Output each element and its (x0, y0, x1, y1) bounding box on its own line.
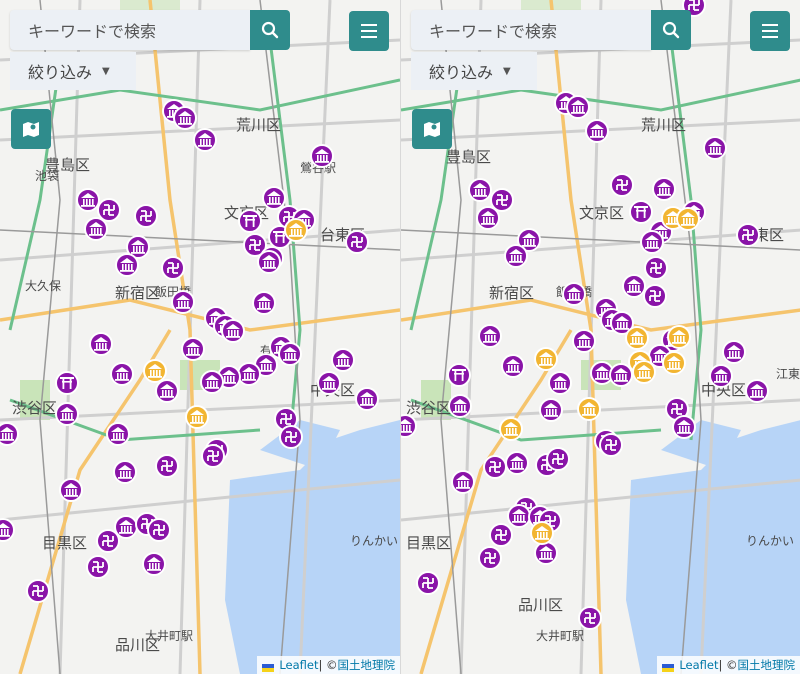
leaflet-link[interactable]: Leaflet (279, 658, 318, 672)
map-layers-icon (424, 122, 440, 137)
map-layers-button[interactable] (11, 109, 51, 149)
search-input[interactable]: キーワードで検索 (411, 10, 651, 50)
menu-icon (361, 24, 377, 38)
search-icon (261, 21, 279, 39)
flag-icon (262, 661, 275, 672)
filter-label: 絞り込み (429, 63, 494, 82)
map-tiles[interactable] (401, 0, 800, 674)
map-panel-left[interactable]: 豊島区文京区台東区新宿区渋谷区中央区目黒区品川区荒川区飯田橋鶯谷駅王子駅池袋大久… (0, 0, 400, 674)
map-layers-icon (23, 122, 39, 137)
search-button[interactable] (651, 10, 691, 50)
menu-button[interactable] (349, 11, 389, 51)
map-attribution: Leaflet | © 国土地理院 (657, 656, 800, 674)
chevron-down-icon: ▼ (503, 65, 511, 77)
filter-dropdown[interactable]: 絞り込み ▼ (10, 52, 136, 90)
menu-icon (762, 24, 778, 38)
gsi-link[interactable]: 国土地理院 (338, 657, 396, 673)
menu-button[interactable] (750, 11, 790, 51)
filter-label: 絞り込み (28, 63, 93, 82)
map-layers-button[interactable] (412, 109, 452, 149)
map-tiles[interactable] (0, 0, 400, 674)
search-button[interactable] (250, 10, 290, 50)
gsi-link[interactable]: 国土地理院 (738, 657, 796, 673)
filter-dropdown[interactable]: 絞り込み ▼ (411, 52, 537, 90)
search-icon (662, 21, 680, 39)
attribution-separator: | © (318, 658, 338, 672)
search-input[interactable]: キーワードで検索 (10, 10, 250, 50)
chevron-down-icon: ▼ (102, 65, 110, 77)
flag-icon (662, 661, 675, 672)
leaflet-link[interactable]: Leaflet (679, 658, 718, 672)
map-attribution: Leaflet | © 国土地理院 (257, 656, 400, 674)
map-panel-right[interactable]: 豊島区文京区台東区新宿区渋谷区中央区目黒区品川区荒川区飯田橋王子駅江東大井町駅り… (400, 0, 800, 674)
search-placeholder: キーワードで検索 (28, 22, 157, 41)
attribution-separator: | © (718, 658, 738, 672)
search-placeholder: キーワードで検索 (429, 22, 558, 41)
